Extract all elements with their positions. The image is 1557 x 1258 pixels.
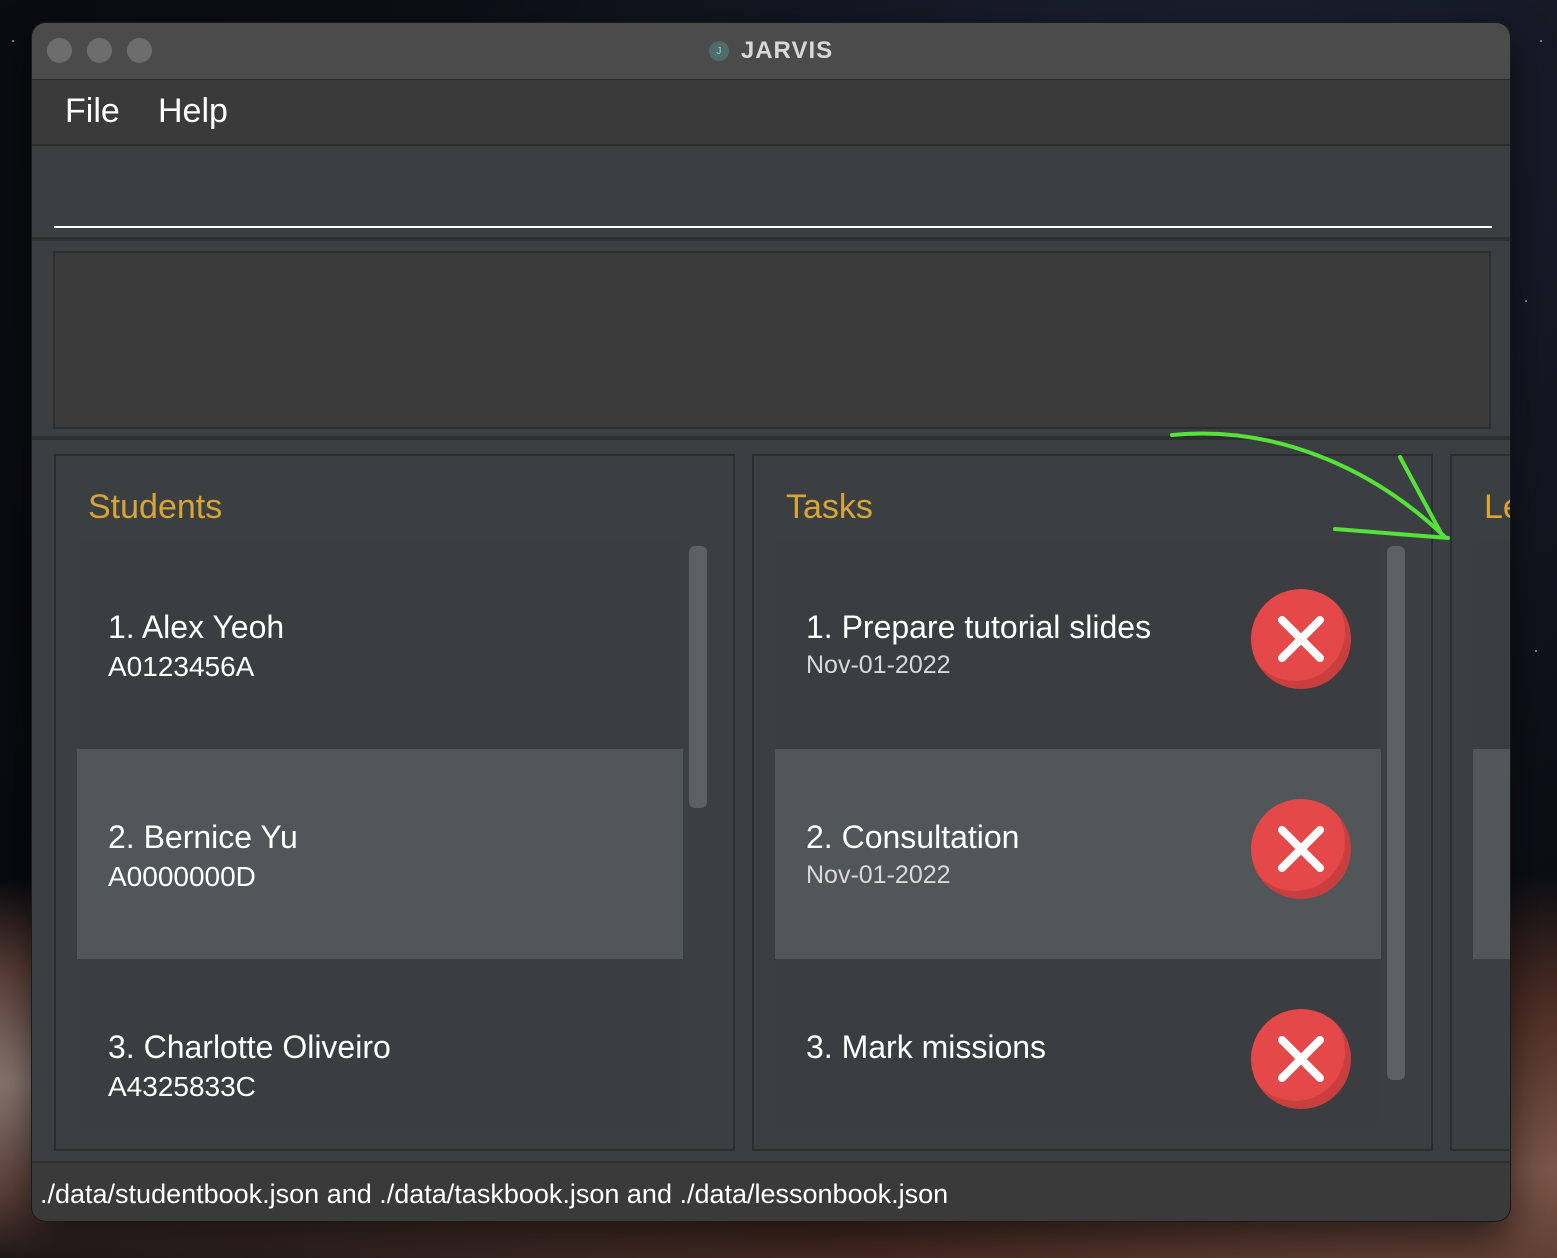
- lessons-title: Le: [1484, 488, 1510, 526]
- student-name: 1. Alex Yeoh: [108, 609, 285, 645]
- student-name: 2. Bernice Yu: [108, 819, 298, 855]
- menu-bar: File Help: [32, 80, 1510, 146]
- student-id: A0000000D: [108, 861, 256, 892]
- lesson-list[interactable]: [1473, 539, 1510, 1127]
- command-input[interactable]: [54, 156, 1492, 228]
- student-card[interactable]: 1. Alex Yeoh A0123456A: [77, 539, 683, 749]
- task-list[interactable]: 1. Prepare tutorial slides Nov-01-2022 2…: [775, 539, 1381, 1127]
- star: [1535, 650, 1537, 652]
- app-window: J JARVIS File Help Students 1. Alex Yeoh…: [32, 23, 1510, 1221]
- task-card[interactable]: 1. Prepare tutorial slides Nov-01-2022: [775, 539, 1381, 749]
- student-card[interactable]: 2. Bernice Yu A0000000D: [77, 749, 683, 959]
- star: [1525, 300, 1527, 302]
- scroll-thumb[interactable]: [689, 546, 707, 808]
- tasks-title: Tasks: [786, 488, 873, 526]
- delete-task-button[interactable]: [1251, 799, 1351, 899]
- student-id: A0123456A: [108, 651, 255, 682]
- student-list[interactable]: 1. Alex Yeoh A0123456A 2. Bernice Yu A00…: [77, 539, 683, 1127]
- lesson-card[interactable]: [1473, 749, 1510, 959]
- delete-task-button[interactable]: [1251, 589, 1351, 689]
- app-icon: J: [708, 41, 729, 61]
- student-id: A4325833C: [108, 1071, 256, 1102]
- students-panel: Students 1. Alex Yeoh A0123456A 2. Berni…: [54, 454, 735, 1151]
- lessons-panel: Le: [1450, 454, 1510, 1151]
- result-display: [53, 251, 1491, 429]
- task-date: Nov-01-2022: [806, 651, 951, 679]
- command-box: [32, 146, 1510, 241]
- menu-file[interactable]: File: [65, 92, 120, 131]
- delete-task-button[interactable]: [1251, 1009, 1351, 1109]
- task-name: 2. Consultation: [806, 819, 1020, 855]
- task-card[interactable]: 2. Consultation Nov-01-2022: [775, 749, 1381, 959]
- status-bar: ./data/studentbook.json and ./data/taskb…: [32, 1161, 1510, 1221]
- task-name: 1. Prepare tutorial slides: [806, 609, 1152, 645]
- save-location-text: ./data/studentbook.json and ./data/taskb…: [40, 1179, 949, 1209]
- task-card[interactable]: 3. Mark missions: [775, 959, 1381, 1127]
- student-name: 3. Charlotte Oliveiro: [108, 1029, 391, 1065]
- close-icon: [1278, 826, 1324, 872]
- student-card[interactable]: 3. Charlotte Oliveiro A4325833C: [77, 959, 683, 1127]
- lesson-card[interactable]: [1473, 539, 1510, 749]
- scroll-thumb[interactable]: [1387, 546, 1405, 1080]
- close-icon: [1278, 1036, 1324, 1082]
- star: [1540, 40, 1542, 42]
- task-date: Nov-01-2022: [806, 861, 951, 889]
- task-list-scrollbar[interactable]: [1387, 546, 1407, 1086]
- tasks-panel: Tasks 1. Prepare tutorial slides Nov-01-…: [752, 454, 1433, 1151]
- student-list-scrollbar[interactable]: [689, 546, 709, 1086]
- close-icon: [1278, 616, 1324, 662]
- students-title: Students: [88, 488, 223, 526]
- divider: [32, 237, 1510, 241]
- task-name: 3. Mark missions: [806, 1029, 1047, 1065]
- divider: [32, 436, 1510, 440]
- window-title: JARVIS: [740, 37, 834, 64]
- menu-help[interactable]: Help: [158, 92, 228, 131]
- title-bar: J JARVIS: [32, 23, 1510, 80]
- star: [12, 40, 14, 42]
